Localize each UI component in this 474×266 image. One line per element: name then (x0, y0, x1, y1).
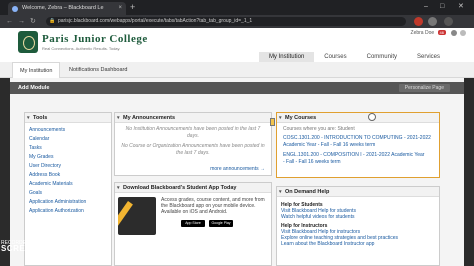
screencast-watermark: RECORDED WITH SCREENCAST-O-MATIC (1, 240, 101, 253)
logout-icon[interactable] (450, 29, 468, 37)
tool-link[interactable]: Address Book (29, 171, 111, 180)
courses-module: My Courses Courses where you are: Studen… (276, 112, 440, 178)
tools-title[interactable]: Tools (25, 113, 111, 123)
mouse-cursor-icon (368, 113, 376, 121)
blackboard-favicon-icon (12, 6, 18, 12)
course-link[interactable]: ENGL.1301.200 - COMPOSITION I - 2021-202… (277, 151, 439, 159)
address-url: parisjc.blackboard.com/webapps/portal/ex… (58, 18, 253, 24)
new-tab-button[interactable]: + (130, 2, 135, 13)
personalize-page-button[interactable]: Personalize Page (398, 84, 450, 92)
tab-my-institution[interactable]: My Institution (12, 62, 61, 79)
nav-community[interactable]: Community (357, 52, 407, 62)
user-name: Zebra Doe (410, 30, 435, 36)
page-tabs: My Institution Notifications Dashboard (0, 62, 474, 79)
profile-icon[interactable] (428, 17, 437, 26)
more-announcements-link[interactable]: more announcements → (210, 166, 265, 172)
tool-link[interactable]: My Grades (29, 153, 111, 162)
course-term[interactable]: Academic Year - Fall - Fall 16 weeks ter… (277, 142, 439, 151)
close-window-icon[interactable]: ✕ (458, 1, 464, 13)
forward-icon[interactable]: → (18, 15, 25, 28)
nav-courses[interactable]: Courses (314, 52, 356, 62)
maximize-icon[interactable]: □ (440, 1, 444, 13)
top-navigation: My Institution Courses Community Service… (258, 52, 450, 62)
google-play-badge[interactable]: Google Play (209, 220, 233, 227)
download-app-text: Access grades, course content, and more … (161, 197, 265, 215)
courses-role: Courses where you are: Student (283, 126, 355, 132)
course-announcements-msg: No Course or Organization Announcements … (121, 143, 265, 156)
user-menu[interactable]: Zebra Doe 46 (411, 30, 446, 36)
course-link[interactable]: COSC.1301.200 - INTRODUCTION TO COMPUTIN… (277, 134, 439, 142)
download-app-title[interactable]: Download Blackboard's Student App Today (115, 183, 271, 193)
site-header: Paris Junior College Real Connections. A… (0, 28, 474, 62)
tool-link[interactable]: Tasks (29, 144, 111, 153)
module-toolbar: Add Module Personalize Page (10, 82, 464, 94)
tool-link[interactable]: Academic Materials (29, 180, 111, 189)
browser-tabbar: Welcome, Zebra – Blackboard Le × + – □ ✕ (0, 0, 474, 15)
lock-icon: 🔒 (49, 18, 56, 24)
app-store-badge[interactable]: App Store (181, 220, 205, 227)
address-bar[interactable]: 🔒 parisjc.blackboard.com/webapps/portal/… (46, 17, 406, 26)
college-tagline: Real Connections. Authentic Results. Tod… (42, 46, 121, 51)
tab-title: Welcome, Zebra – Blackboard Le (22, 5, 104, 11)
tool-link[interactable]: Application Administration (29, 198, 111, 207)
menu-icon[interactable] (444, 17, 453, 26)
announcements-module: My Announcements No Institution Announce… (114, 112, 272, 176)
download-app-module: Download Blackboard's Student App Today … (114, 182, 272, 266)
notification-badge: 46 (437, 30, 446, 35)
app-promo-image (118, 197, 156, 235)
reload-icon[interactable]: ↻ (30, 15, 36, 28)
main-content: Add Module Personalize Page Tools Announ… (10, 78, 464, 266)
college-logo[interactable]: Paris Junior College (42, 33, 148, 45)
browser-tab[interactable]: Welcome, Zebra – Blackboard Le × (8, 2, 126, 15)
college-seal-icon (18, 31, 38, 53)
tool-link[interactable]: User Directory (29, 162, 111, 171)
tool-link[interactable]: Application Authorization (29, 207, 111, 216)
address-toolbar: ← → ↻ 🔒 parisjc.blackboard.com/webapps/p… (0, 15, 474, 28)
tab-notifications-dashboard[interactable]: Notifications Dashboard (62, 62, 134, 78)
watermark-line3: MATIC (73, 244, 101, 253)
ondemand-help-module: On Demand Help Help for Students Visit B… (276, 186, 440, 266)
nav-my-institution[interactable]: My Institution (258, 52, 315, 62)
back-icon[interactable]: ← (6, 15, 13, 28)
course-term[interactable]: - Fall - Fall 16 weeks term (277, 159, 439, 168)
tool-link[interactable]: Announcements (29, 126, 111, 135)
help-link[interactable]: Watch helpful videos for students (281, 214, 435, 220)
institution-announcements-msg: No Institution Announcements have been p… (125, 126, 261, 139)
courses-title[interactable]: My Courses (277, 113, 439, 123)
announcements-title[interactable]: My Announcements (115, 113, 271, 123)
minimize-icon[interactable]: – (424, 1, 428, 13)
ondemand-title[interactable]: On Demand Help (277, 187, 439, 197)
tool-link[interactable]: Goals (29, 189, 111, 198)
help-link[interactable]: Learn about the Blackboard Instructor ap… (281, 241, 435, 247)
close-tab-icon[interactable]: × (118, 2, 122, 15)
add-module-button[interactable]: Add Module (14, 82, 53, 94)
watermark-line2: SCREENCAST (1, 244, 61, 253)
tool-link[interactable]: Calendar (29, 135, 111, 144)
drag-handle-icon (270, 118, 275, 126)
nav-services[interactable]: Services (407, 52, 450, 62)
extension-icon[interactable] (414, 17, 423, 26)
